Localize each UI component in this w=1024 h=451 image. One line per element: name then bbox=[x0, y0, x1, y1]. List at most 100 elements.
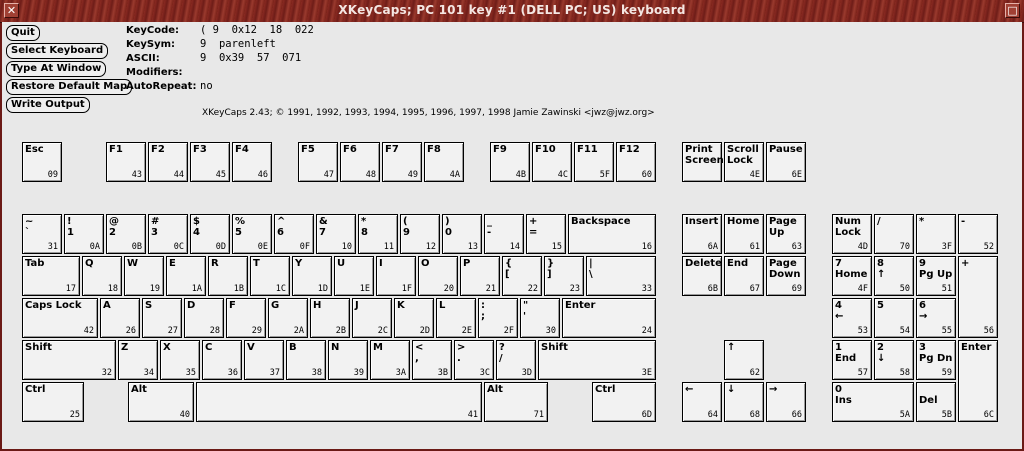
key-symbol-30[interactable]: " ' 30 bbox=[520, 298, 560, 338]
key-6-55[interactable]: 6 → 55 bbox=[916, 298, 956, 338]
key-shift-32[interactable]: Shift 32 bbox=[22, 340, 116, 380]
quit-button[interactable]: Quit bbox=[6, 25, 40, 41]
key-alt-40[interactable]: Alt 40 bbox=[128, 382, 194, 422]
key-f3-45[interactable]: F3 45 bbox=[190, 142, 230, 182]
key-3-0c[interactable]: # 3 0C bbox=[148, 214, 188, 254]
key-symbol-52[interactable]: - 52 bbox=[958, 214, 998, 254]
key-alt-71[interactable]: Alt 71 bbox=[484, 382, 548, 422]
key-b-38[interactable]: B 38 bbox=[286, 340, 326, 380]
key-delete-6b[interactable]: Delete 6B bbox=[682, 256, 722, 296]
key-d-28[interactable]: D 28 bbox=[184, 298, 224, 338]
key-symbol-62[interactable]: ↑ 62 bbox=[724, 340, 764, 380]
key-symbol-70[interactable]: / 70 bbox=[874, 214, 914, 254]
key-0-13[interactable]: ) 0 13 bbox=[442, 214, 482, 254]
key-l-2e[interactable]: L 2E bbox=[436, 298, 476, 338]
title-bar[interactable]: ✕ XKeyCaps; PC 101 key #1 (DELL PC; US) … bbox=[0, 0, 1024, 23]
key-symbol-31[interactable]: ~ ` 31 bbox=[22, 214, 62, 254]
key-5-54[interactable]: 5 54 bbox=[874, 298, 914, 338]
key-symbol-66[interactable]: → 66 bbox=[766, 382, 806, 422]
key-enter-6c[interactable]: Enter 6C bbox=[958, 340, 998, 422]
key-0-ins-5a[interactable]: 0 Ins 5A bbox=[832, 382, 914, 422]
key-u-1e[interactable]: U 1E bbox=[334, 256, 374, 296]
key-6-0f[interactable]: ^ 6 0F bbox=[274, 214, 314, 254]
key-symbol-3d[interactable]: ? / 3D bbox=[496, 340, 536, 380]
key-end-67[interactable]: End 67 bbox=[724, 256, 764, 296]
key-f4-46[interactable]: F4 46 bbox=[232, 142, 272, 182]
key-page-down-69[interactable]: Page Down 69 bbox=[766, 256, 806, 296]
key-f1-43[interactable]: F1 43 bbox=[106, 142, 146, 182]
key-f9-4b[interactable]: F9 4B bbox=[490, 142, 530, 182]
key-pause-6e[interactable]: Pause 6E bbox=[766, 142, 806, 182]
write-output-button[interactable]: Write Output bbox=[6, 97, 90, 113]
key-x-35[interactable]: X 35 bbox=[160, 340, 200, 380]
key-v-37[interactable]: V 37 bbox=[244, 340, 284, 380]
key-z-34[interactable]: Z 34 bbox=[118, 340, 158, 380]
key-symbol-3f[interactable]: * 3F bbox=[916, 214, 956, 254]
key-f-29[interactable]: F 29 bbox=[226, 298, 266, 338]
key-del-5b[interactable]: Del 5B bbox=[916, 382, 956, 422]
key-h-2b[interactable]: H 2B bbox=[310, 298, 350, 338]
key-symbol-2f[interactable]: : ; 2F bbox=[478, 298, 518, 338]
key-i-1f[interactable]: I 1F bbox=[376, 256, 416, 296]
key-backspace-16[interactable]: Backspace 16 bbox=[568, 214, 656, 254]
key-symbol-14[interactable]: _ - 14 bbox=[484, 214, 524, 254]
key-9-pg-up-51[interactable]: 9 Pg Up 51 bbox=[916, 256, 956, 296]
key-4-53[interactable]: 4 ← 53 bbox=[832, 298, 872, 338]
key-a-26[interactable]: A 26 bbox=[100, 298, 140, 338]
key-symbol-23[interactable]: } ] 23 bbox=[544, 256, 584, 296]
key-y-1d[interactable]: Y 1D bbox=[292, 256, 332, 296]
key-page-up-63[interactable]: Page Up 63 bbox=[766, 214, 806, 254]
maximize-icon[interactable]: □ bbox=[1005, 3, 1020, 18]
key-ctrl-25[interactable]: Ctrl 25 bbox=[22, 382, 84, 422]
key-2-58[interactable]: 2 ↓ 58 bbox=[874, 340, 914, 380]
key-f6-48[interactable]: F6 48 bbox=[340, 142, 380, 182]
key-insert-6a[interactable]: Insert 6A bbox=[682, 214, 722, 254]
key-j-2c[interactable]: J 2C bbox=[352, 298, 392, 338]
key-home-61[interactable]: Home 61 bbox=[724, 214, 764, 254]
key-8-50[interactable]: 8 ↑ 50 bbox=[874, 256, 914, 296]
key-8-11[interactable]: * 8 11 bbox=[358, 214, 398, 254]
key-s-27[interactable]: S 27 bbox=[142, 298, 182, 338]
select-keyboard-button[interactable]: Select Keyboard bbox=[6, 43, 109, 59]
key-7-10[interactable]: & 7 10 bbox=[316, 214, 356, 254]
key-g-2a[interactable]: G 2A bbox=[268, 298, 308, 338]
key-t-1c[interactable]: T 1C bbox=[250, 256, 290, 296]
key-print-screen-x[interactable]: Print Screen bbox=[682, 142, 724, 182]
key-1-0a[interactable]: ! 1 0A bbox=[64, 214, 104, 254]
type-at-window-button[interactable]: Type At Window bbox=[6, 61, 107, 77]
key-e-1a[interactable]: E 1A bbox=[166, 256, 206, 296]
key-f8-4a[interactable]: F8 4A bbox=[424, 142, 464, 182]
key-symbol-15[interactable]: + = 15 bbox=[526, 214, 566, 254]
key-space-41[interactable]: 41 bbox=[196, 382, 482, 422]
key-ctrl-6d[interactable]: Ctrl 6D bbox=[592, 382, 656, 422]
key-f7-49[interactable]: F7 49 bbox=[382, 142, 422, 182]
key-9-12[interactable]: ( 9 12 bbox=[400, 214, 440, 254]
key-symbol-68[interactable]: ↓ 68 bbox=[724, 382, 764, 422]
key-w-19[interactable]: W 19 bbox=[124, 256, 164, 296]
key-num-lock-4d[interactable]: Num Lock 4D bbox=[832, 214, 872, 254]
key-symbol-56[interactable]: +56 bbox=[958, 256, 998, 338]
key-f2-44[interactable]: F2 44 bbox=[148, 142, 188, 182]
key-symbol-3b[interactable]: < , 3B bbox=[412, 340, 452, 380]
key-5-0e[interactable]: % 5 0E bbox=[232, 214, 272, 254]
restore-default-map-button[interactable]: Restore Default Map bbox=[6, 79, 133, 95]
key-n-39[interactable]: N 39 bbox=[328, 340, 368, 380]
key-p-21[interactable]: P 21 bbox=[460, 256, 500, 296]
key-r-1b[interactable]: R 1B bbox=[208, 256, 248, 296]
key-2-0b[interactable]: @ 2 0B bbox=[106, 214, 146, 254]
key-c-36[interactable]: C 36 bbox=[202, 340, 242, 380]
key-f5-47[interactable]: F5 47 bbox=[298, 142, 338, 182]
key-q-18[interactable]: Q 18 bbox=[82, 256, 122, 296]
key-symbol-3c[interactable]: > . 3C bbox=[454, 340, 494, 380]
key-4-0d[interactable]: $ 4 0D bbox=[190, 214, 230, 254]
key-symbol-22[interactable]: { [22 bbox=[502, 256, 542, 296]
key-o-20[interactable]: O 20 bbox=[418, 256, 458, 296]
key-shift-3e[interactable]: Shift 3E bbox=[538, 340, 656, 380]
key-tab-17[interactable]: Tab 17 bbox=[22, 256, 80, 296]
key-symbol-33[interactable]: | \ 33 bbox=[586, 256, 656, 296]
key-3-pg-dn-59[interactable]: 3 Pg Dn 59 bbox=[916, 340, 956, 380]
key-f11-5f[interactable]: F11 5F bbox=[574, 142, 614, 182]
key-symbol-64[interactable]: ← 64 bbox=[682, 382, 722, 422]
key-esc-09[interactable]: Esc 09 bbox=[22, 142, 62, 182]
key-f12-60[interactable]: F12 60 bbox=[616, 142, 656, 182]
